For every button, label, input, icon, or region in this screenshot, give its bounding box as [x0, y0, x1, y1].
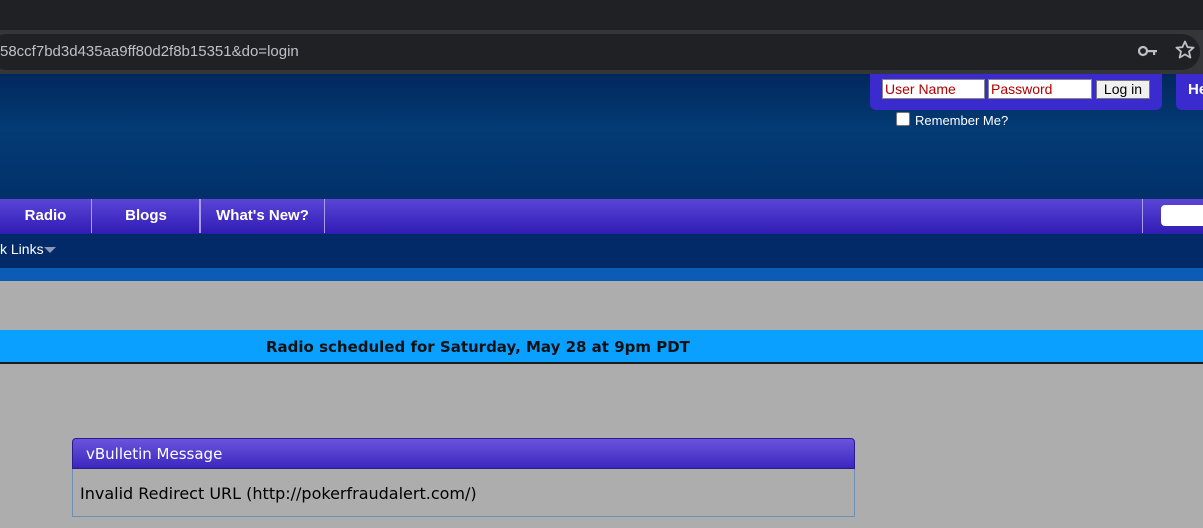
- announcement-text: Radio scheduled for Saturday, May 28 at …: [266, 338, 690, 356]
- nav-tab-radio[interactable]: Radio: [0, 199, 92, 233]
- chevron-down-icon[interactable]: [44, 247, 56, 253]
- remember-me-checkbox[interactable]: [896, 112, 910, 126]
- nav-search-input[interactable]: [1161, 205, 1203, 226]
- username-input[interactable]: User Name: [882, 79, 985, 99]
- nav-tab-whats-new[interactable]: What's New?: [200, 199, 325, 233]
- help-link[interactable]: He: [1188, 81, 1203, 98]
- message-box-text: Invalid Redirect URL (http://pokerfrauda…: [80, 484, 477, 503]
- address-bar-url[interactable]: 58ccf7bd3d435aa9ff80d2f8b15351&do=login: [0, 43, 299, 60]
- nav-tab-blogs[interactable]: Blogs: [93, 199, 200, 233]
- message-box-title: vBulletin Message: [86, 445, 223, 463]
- quick-links-menu[interactable]: k Links: [0, 241, 44, 257]
- password-input[interactable]: Password: [988, 79, 1092, 99]
- browser-tab-strip: [0, 0, 1203, 30]
- nav-divider: [1142, 199, 1143, 233]
- sub-navbar: [0, 234, 1203, 268]
- bookmark-star-icon[interactable]: [1175, 40, 1195, 60]
- header-divider-strip: [0, 268, 1203, 281]
- login-button[interactable]: Log in: [1096, 80, 1150, 99]
- remember-me-label: Remember Me?: [915, 113, 1009, 128]
- key-icon[interactable]: [1138, 43, 1158, 59]
